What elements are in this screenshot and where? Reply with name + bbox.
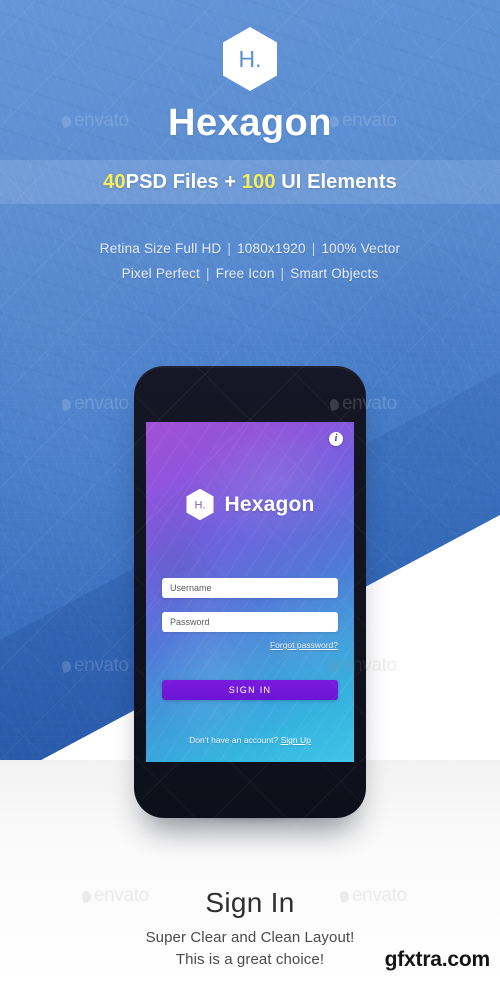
ui-elements-label: UI Elements <box>281 170 397 193</box>
spec-line-2: Pixel Perfect | Free Icon | Smart Objects <box>0 261 500 286</box>
spec-separator: | <box>280 266 285 281</box>
spec-smart-objects: Smart Objects <box>290 266 379 281</box>
page-title: Hexagon <box>168 102 332 144</box>
spec-retina: Retina Size Full HD <box>99 241 222 256</box>
psd-count: 40 <box>103 170 126 193</box>
site-watermark: gfxtra.com <box>384 948 491 971</box>
footer-sub-line-1: Super Clear and Clean Layout! <box>145 929 355 947</box>
spec-pixel-perfect: Pixel Perfect <box>121 266 200 281</box>
spec-separator: | <box>311 241 316 256</box>
signup-prompt: Don't have an account? <box>189 735 279 745</box>
psd-label: PSD Files + <box>125 170 242 193</box>
spec-list: Retina Size Full HD | 1080x1920 | 100% Vecto… <box>0 236 500 286</box>
sign-in-button[interactable]: SIGN IN <box>162 680 338 700</box>
app-brand: H. Hexagon <box>146 488 354 521</box>
ui-count: 100 <box>241 170 276 193</box>
phone-screen: i H. Hexagon Username Password Forgot pa… <box>146 422 354 762</box>
feature-strip-text: 40PSD Files + 100 UI Elements <box>103 171 397 194</box>
spec-free-icon: Free Icon <box>215 266 275 281</box>
hexagon-logo-letter: H. <box>239 46 262 72</box>
spec-vector: 100% Vector <box>321 241 401 256</box>
svg-text:H.: H. <box>195 500 206 512</box>
app-name: Hexagon <box>224 492 315 516</box>
feature-strip: 40PSD Files + 100 UI Elements <box>0 160 500 204</box>
signup-row: Don't have an account? Sign Up <box>146 735 354 745</box>
spec-separator: | <box>227 241 232 256</box>
spec-line-1: Retina Size Full HD | 1080x1920 | 100% Vecto… <box>0 236 500 261</box>
hexagon-logo: H. <box>220 26 280 92</box>
poster-canvas: H. Hexagon 40PSD Files + 100 UI Elements… <box>0 0 500 985</box>
spec-separator: | <box>206 266 210 281</box>
footer-title: Sign In <box>205 887 295 918</box>
username-input[interactable]: Username <box>162 578 338 598</box>
app-hexagon-icon: H. <box>186 488 214 521</box>
sign-up-link[interactable]: Sign Up <box>281 735 311 745</box>
info-icon[interactable]: i <box>329 432 343 446</box>
forgot-password-link[interactable]: Forgot password? <box>270 640 338 650</box>
spec-resolution: 1080x1920 <box>237 241 306 256</box>
phone-mockup: i H. Hexagon Username Password Forgot pa… <box>134 366 366 818</box>
password-input[interactable]: Password <box>162 612 338 632</box>
